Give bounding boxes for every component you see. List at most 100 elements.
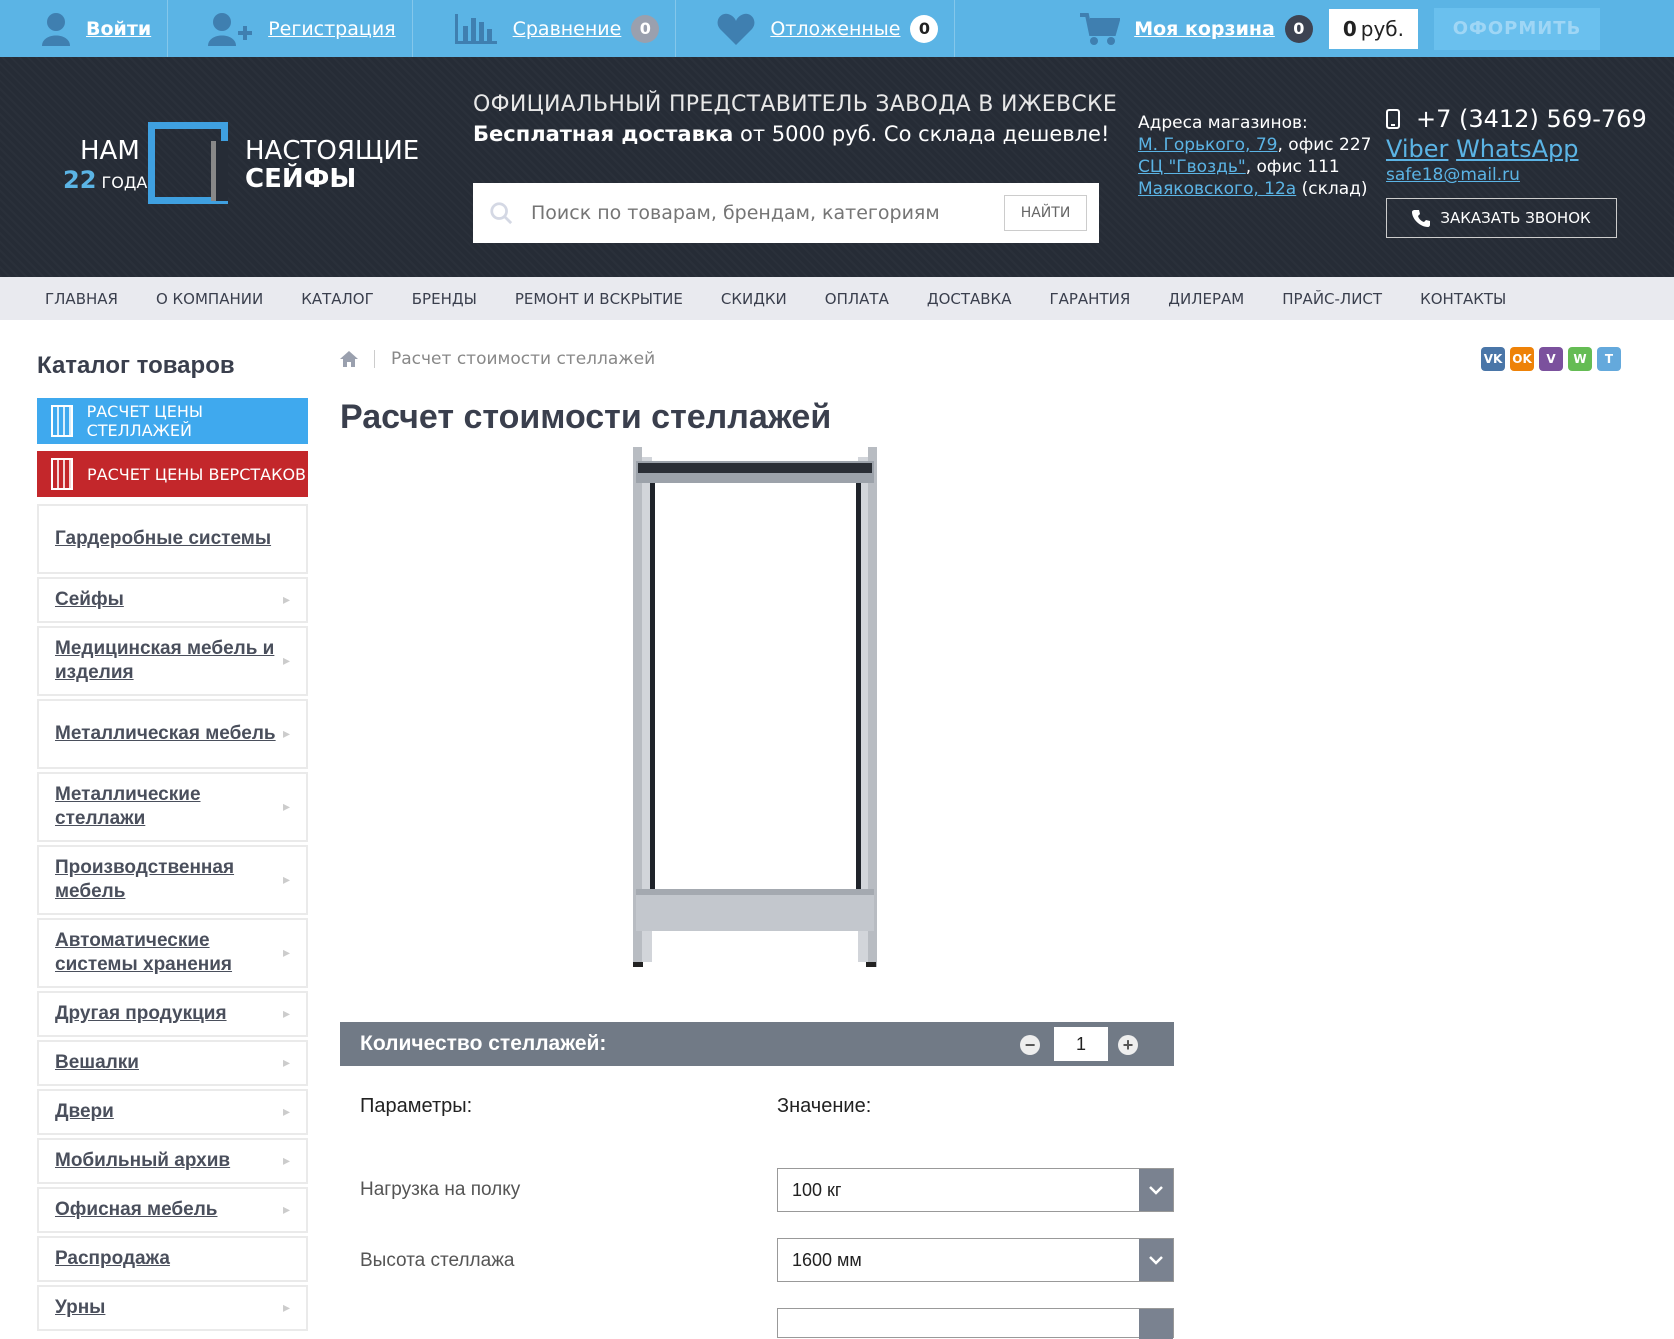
sidebar-item-office[interactable]: Офисная мебель ▸: [37, 1187, 308, 1233]
address-rest-1: , офис 227: [1277, 135, 1372, 155]
sidebar-item-doors[interactable]: Двери ▸: [37, 1089, 308, 1135]
telegram-share-icon[interactable]: T: [1597, 347, 1621, 371]
sidebar-item-medical[interactable]: Медицинская мебель и изделия ▸: [37, 626, 308, 696]
nav-payment[interactable]: ОПЛАТА: [825, 290, 889, 308]
nav-discounts[interactable]: СКИДКИ: [721, 290, 787, 308]
address-link-1[interactable]: М. Горького, 79: [1138, 135, 1278, 155]
page-title: Расчет стоимости стеллажей: [340, 398, 832, 436]
cart-label[interactable]: Моя корзина: [1134, 18, 1275, 40]
contact-block: +7 (3412) 569-769 Viber WhatsApp safe18@…: [1386, 105, 1647, 185]
search-button[interactable]: НАЙТИ: [1004, 195, 1087, 231]
sidebar-item-label: Гардеробные системы: [55, 528, 272, 549]
wishlist-label[interactable]: Отложенные: [770, 18, 900, 40]
calc-workbench-button[interactable]: РАСЧЕТ ЦЕНЫ ВЕРСТАКОВ: [37, 451, 308, 497]
phone[interactable]: +7 (3412) 569-769: [1386, 105, 1647, 133]
register-link[interactable]: Регистрация: [168, 0, 413, 57]
sidebar-item-mobile-archive[interactable]: Мобильный архив ▸: [37, 1138, 308, 1184]
chevron-right-icon: ▸: [282, 1300, 290, 1316]
sidebar-item-industrial[interactable]: Производственная мебель ▸: [37, 845, 308, 915]
nav-contacts[interactable]: КОНТАКТЫ: [1420, 290, 1506, 308]
params-header: Параметры:: [360, 1095, 473, 1117]
quantity-minus-button[interactable]: −: [1020, 1035, 1040, 1055]
viber-share-icon[interactable]: V: [1539, 347, 1563, 371]
quantity-bar: Количество стеллажей: − 1 +: [340, 1022, 1174, 1066]
order-call-button[interactable]: ЗАКАЗАТЬ ЗВОНОК: [1386, 198, 1617, 238]
phone-number[interactable]: +7 (3412) 569-769: [1416, 105, 1647, 133]
sidebar-title: Каталог товаров: [37, 352, 235, 379]
chevron-down-icon: [1139, 1169, 1173, 1211]
sidebar-item-other[interactable]: Другая продукция ▸: [37, 991, 308, 1037]
logo-years-prefix: НАМ: [80, 136, 140, 166]
logo-years-num: 22: [63, 166, 97, 194]
height-select[interactable]: 1600 мм: [777, 1238, 1174, 1282]
compare-label[interactable]: Сравнение: [513, 18, 622, 40]
address-link-2[interactable]: СЦ "Гвоздь": [1138, 157, 1246, 177]
nav-about[interactable]: О КОМПАНИИ: [156, 290, 263, 308]
chevron-right-icon: ▸: [282, 945, 290, 961]
sidebar-item-sale[interactable]: Распродажа: [37, 1236, 308, 1282]
cart-sum-unit: руб.: [1360, 16, 1404, 41]
nav-dealers[interactable]: ДИЛЕРАМ: [1168, 290, 1244, 308]
breadcrumb-current: Расчет стоимости стеллажей: [391, 349, 656, 369]
nav-warranty[interactable]: ГАРАНТИЯ: [1049, 290, 1130, 308]
sidebar-item-wardrobe[interactable]: Гардеробные системы: [37, 504, 308, 574]
search-input[interactable]: [531, 202, 991, 224]
store-addresses: Адреса магазинов: М. Горького, 79, офис …: [1138, 112, 1372, 200]
viber-link[interactable]: Viber: [1386, 135, 1448, 163]
email-link[interactable]: safe18@mail.ru: [1386, 165, 1647, 185]
home-icon[interactable]: [340, 351, 358, 367]
whatsapp-share-icon[interactable]: W: [1568, 347, 1592, 371]
wishlist-link[interactable]: Отложенные 0: [676, 0, 956, 57]
vk-share-icon[interactable]: VK: [1481, 347, 1505, 371]
nav-catalog[interactable]: КАТАЛОГ: [301, 290, 374, 308]
nav-delivery[interactable]: ДОСТАВКА: [927, 290, 1012, 308]
nav-pricelist[interactable]: ПРАЙС-ЛИСТ: [1282, 290, 1382, 308]
calc-workbench-label: РАСЧЕТ ЦЕНЫ ВЕРСТАКОВ: [87, 464, 307, 484]
quantity-plus-button[interactable]: +: [1118, 1035, 1138, 1055]
checkout-button[interactable]: ОФОРМИТЬ: [1434, 7, 1600, 50]
sidebar-item-label: Офисная мебель: [55, 1199, 218, 1220]
nav-repair[interactable]: РЕМОНТ И ВСКРЫТИЕ: [515, 290, 683, 308]
sidebar-item-hangers[interactable]: Вешалки ▸: [37, 1040, 308, 1086]
sidebar-item-label: Автоматические системы хранения: [55, 930, 233, 975]
login-label[interactable]: Войти: [86, 18, 151, 40]
address-rest-3: (склад): [1296, 179, 1368, 199]
whatsapp-link[interactable]: WhatsApp: [1456, 135, 1578, 163]
sidebar-item-metal-furniture[interactable]: Металлическая мебель ▸: [37, 699, 308, 769]
next-param-select[interactable]: [777, 1308, 1174, 1339]
chevron-right-icon: ▸: [282, 1104, 290, 1120]
compare-count-badge: 0: [631, 14, 660, 43]
breadcrumb-divider: [374, 350, 375, 368]
compare-link[interactable]: Сравнение 0: [413, 0, 677, 57]
calc-shelves-button[interactable]: РАСЧЕТ ЦЕНЫ СТЕЛЛАЖЕЙ: [37, 398, 308, 444]
login-link[interactable]: Войти: [0, 0, 169, 57]
chevron-right-icon: ▸: [282, 872, 290, 888]
nav-brands[interactable]: БРЕНДЫ: [412, 290, 477, 308]
cart-icon: [1080, 12, 1121, 45]
search-icon: [490, 202, 513, 225]
load-select[interactable]: 100 кг: [777, 1168, 1174, 1212]
sidebar-item-metal-shelves[interactable]: Металлические стеллажи ▸: [37, 772, 308, 842]
sidebar-item-bins[interactable]: Урны ▸: [37, 1285, 308, 1331]
chevron-right-icon: ▸: [282, 1202, 290, 1218]
delivery-rest: от 5000 руб. Со склада дешевле!: [733, 122, 1110, 146]
sidebar-item-safes[interactable]: Сейфы ▸: [37, 577, 308, 623]
sidebar-item-label: Металлическая мебель: [55, 723, 276, 744]
sidebar-item-label: Медицинская мебель и изделия: [55, 638, 275, 683]
nav-home[interactable]: ГЛАВНАЯ: [45, 290, 118, 308]
quantity-input[interactable]: 1: [1054, 1027, 1108, 1061]
user-icon: [42, 12, 70, 46]
phone-handset-icon: [1412, 210, 1431, 227]
search-box: НАЙТИ: [473, 183, 1099, 243]
ok-share-icon[interactable]: OK: [1510, 347, 1534, 371]
logo-line2: СЕЙФЫ: [245, 164, 357, 194]
chevron-right-icon: ▸: [282, 592, 290, 608]
sidebar-item-label: Производственная мебель: [55, 857, 235, 902]
logo[interactable]: НАМ 22 ГОДА НАСТОЯЩИЕ СЕЙФЫ: [60, 122, 419, 212]
address-link-3[interactable]: Маяковского, 12а: [1138, 179, 1296, 199]
chevron-down-icon: [1139, 1309, 1173, 1339]
register-label[interactable]: Регистрация: [268, 18, 395, 40]
cart-link[interactable]: Моя корзина 0: [1080, 12, 1313, 46]
sidebar-item-auto-storage[interactable]: Автоматические системы хранения ▸: [37, 918, 308, 988]
chevron-right-icon: ▸: [282, 726, 290, 742]
